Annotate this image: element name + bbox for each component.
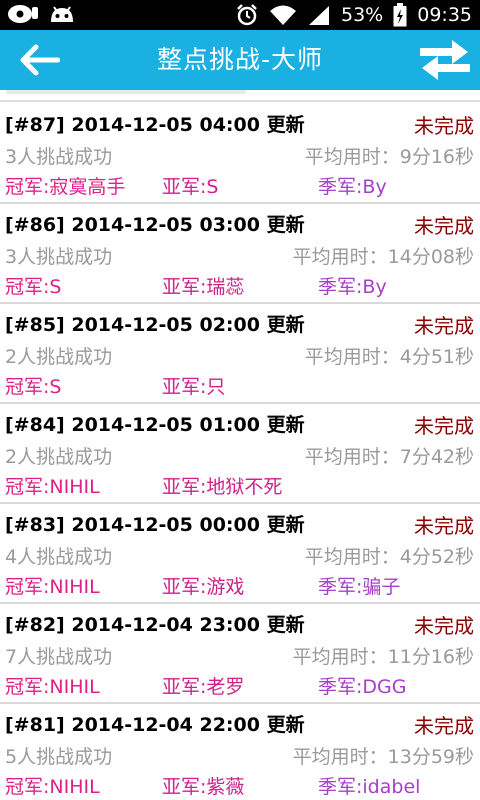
silver-winner: 亚军:游戏 xyxy=(162,576,245,598)
battery-charging-icon xyxy=(393,3,407,27)
bronze-winner: 季军:By xyxy=(318,276,387,298)
item-status: 未完成 xyxy=(414,314,474,338)
page-title: 整点挑战-大师 xyxy=(156,45,324,74)
gold-winner: 冠军:寂寞高手 xyxy=(5,176,126,198)
item-status: 未完成 xyxy=(414,214,474,238)
app-bar: 整点挑战-大师 xyxy=(0,30,480,90)
gold-winner: 冠军:S xyxy=(5,276,62,298)
status-bar: 53% 09:35 xyxy=(0,0,480,30)
gold-winner: 冠军:NIHIL xyxy=(5,776,100,798)
battery-percent: 53% xyxy=(341,4,384,26)
average-time: 平均用时：11分16秒 xyxy=(292,646,474,668)
item-header: [#83] 2014-12-05 00:00 更新 xyxy=(5,514,305,536)
average-time: 平均用时：9分16秒 xyxy=(304,146,474,168)
item-status: 未完成 xyxy=(414,714,474,738)
item-status: 未完成 xyxy=(414,514,474,538)
bronze-winner: 季军:DGG xyxy=(318,676,407,698)
challenge-list[interactable]: [#87] 2014-12-05 04:00 更新 未完成 3人挑战成功 平均用… xyxy=(0,104,480,800)
gold-winner: 冠军:NIHIL xyxy=(5,676,100,698)
silver-winner: 亚军:老罗 xyxy=(162,676,245,698)
item-header: [#85] 2014-12-05 02:00 更新 xyxy=(5,314,305,336)
challenge-item[interactable]: [#81] 2014-12-04 22:00 更新 未完成 5人挑战成功 平均用… xyxy=(0,704,480,800)
signal-icon xyxy=(309,6,329,25)
item-header: [#86] 2014-12-05 03:00 更新 xyxy=(5,214,305,236)
item-status: 未完成 xyxy=(414,614,474,638)
chat-notification-icon xyxy=(8,5,38,23)
bronze-winner: 季军:idabel xyxy=(318,776,421,798)
success-count: 3人挑战成功 xyxy=(5,246,113,268)
average-time: 平均用时：4分52秒 xyxy=(304,546,474,568)
success-count: 2人挑战成功 xyxy=(5,346,113,368)
challenge-item[interactable]: [#83] 2014-12-05 00:00 更新 未完成 4人挑战成功 平均用… xyxy=(0,504,480,604)
item-header: [#87] 2014-12-05 04:00 更新 xyxy=(5,114,305,136)
silver-winner: 亚军:地狱不死 xyxy=(162,476,283,498)
bronze-winner: 季军:By xyxy=(318,176,387,198)
average-time: 平均用时：14分08秒 xyxy=(292,246,474,268)
average-time: 平均用时：13分59秒 xyxy=(292,746,474,768)
swap-arrows-icon[interactable] xyxy=(418,38,472,82)
challenge-item[interactable]: [#84] 2014-12-05 01:00 更新 未完成 2人挑战成功 平均用… xyxy=(0,404,480,504)
item-header: [#84] 2014-12-05 01:00 更新 xyxy=(5,414,305,436)
success-count: 2人挑战成功 xyxy=(5,446,113,468)
silver-winner: 亚军:S xyxy=(162,176,219,198)
success-count: 4人挑战成功 xyxy=(5,546,113,568)
item-header: [#81] 2014-12-04 22:00 更新 xyxy=(5,714,305,736)
challenge-item[interactable]: [#87] 2014-12-05 04:00 更新 未完成 3人挑战成功 平均用… xyxy=(0,104,480,204)
silver-winner: 亚军:紫薇 xyxy=(162,776,245,798)
success-count: 7人挑战成功 xyxy=(5,646,113,668)
average-time: 平均用时：4分51秒 xyxy=(304,346,474,368)
gold-winner: 冠军:NIHIL xyxy=(5,476,100,498)
item-status: 未完成 xyxy=(414,414,474,438)
partial-list-item xyxy=(0,90,480,102)
item-status: 未完成 xyxy=(414,114,474,138)
challenge-item[interactable]: [#86] 2014-12-05 03:00 更新 未完成 3人挑战成功 平均用… xyxy=(0,204,480,304)
success-count: 5人挑战成功 xyxy=(5,746,113,768)
success-count: 3人挑战成功 xyxy=(5,146,113,168)
average-time: 平均用时：7分42秒 xyxy=(304,446,474,468)
wifi-icon xyxy=(270,5,296,25)
android-icon xyxy=(51,6,73,22)
challenge-item[interactable]: [#85] 2014-12-05 02:00 更新 未完成 2人挑战成功 平均用… xyxy=(0,304,480,404)
silver-winner: 亚军:只 xyxy=(162,376,226,398)
gold-winner: 冠军:NIHIL xyxy=(5,576,100,598)
bronze-winner: 季军:骗子 xyxy=(318,576,401,598)
silver-winner: 亚军:瑞蕊 xyxy=(162,276,245,298)
challenge-item[interactable]: [#82] 2014-12-04 23:00 更新 未完成 7人挑战成功 平均用… xyxy=(0,604,480,704)
partial-row-text xyxy=(6,90,246,94)
alarm-icon xyxy=(237,4,257,26)
item-header: [#82] 2014-12-04 23:00 更新 xyxy=(5,614,305,636)
gold-winner: 冠军:S xyxy=(5,376,62,398)
clock: 09:35 xyxy=(417,4,472,26)
